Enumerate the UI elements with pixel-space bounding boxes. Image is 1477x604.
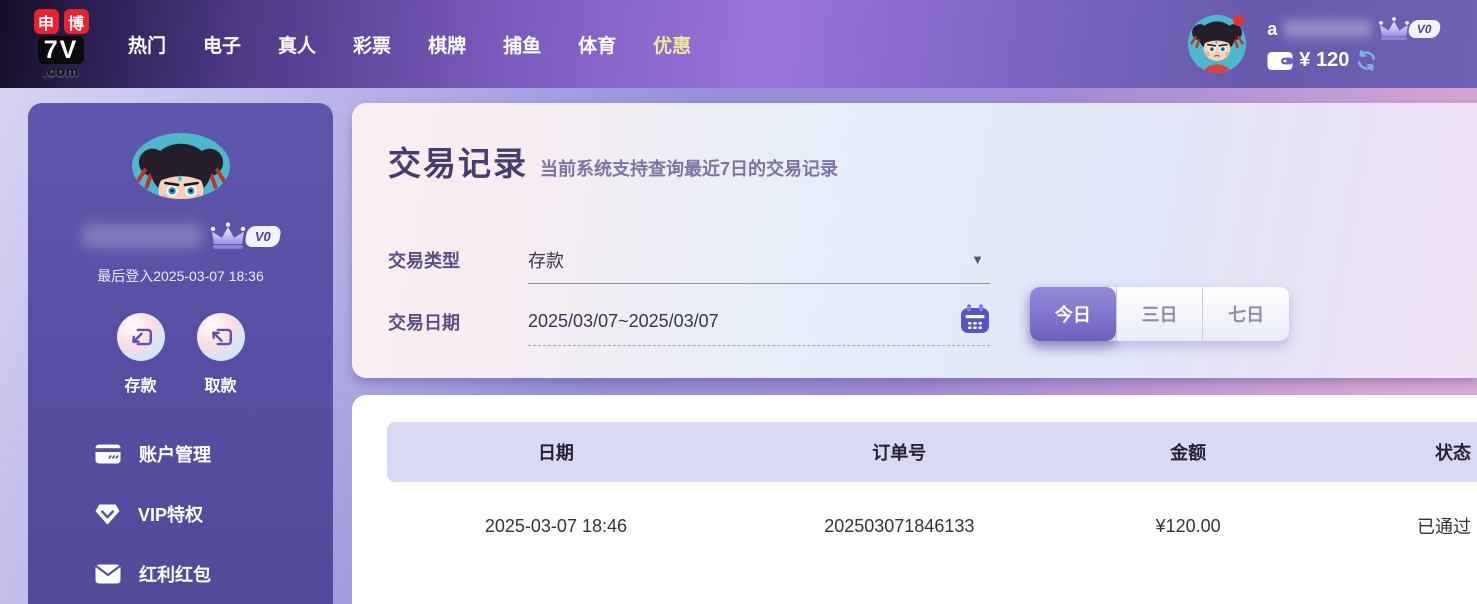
brand-logo[interactable]: 申 博 7V .com: [20, 9, 102, 79]
table-header-amount: 金额: [1170, 443, 1207, 463]
notification-dot: [1233, 15, 1245, 26]
table-header-order-no: 订单号: [872, 443, 927, 463]
transaction-date-row: 交易日期 2025/03/07~2025/03/07: [388, 298, 990, 346]
menu-item-bonus-red-packet[interactable]: 红利红包: [95, 544, 333, 604]
red-packet-icon: [95, 564, 121, 584]
menu-item-vip-privileges[interactable]: VIP特权: [95, 484, 333, 544]
transaction-type-row: 交易类型 存款 ▼: [388, 236, 990, 284]
profile-sidebar: V0 最后登入2025-03-07 18:36 存款 取款 账户管理 VIP特权…: [28, 103, 333, 604]
chevron-down-icon: ▼: [971, 252, 984, 267]
menu-item-label: 账户管理: [139, 445, 211, 465]
table-header-date: 日期: [537, 443, 574, 463]
transaction-table-panel: 日期 订单号 金额 状态 2025-03-07 18:46 2025030718…: [352, 395, 1477, 604]
withdraw-label: 取款: [204, 378, 237, 395]
page-header: 交易记录 当前系统支持查询最近7日的交易记录: [388, 137, 838, 185]
refresh-balance-icon[interactable]: [1355, 49, 1378, 72]
brand-suffix: .com: [42, 63, 80, 79]
vip-crown-icon: [1377, 16, 1411, 42]
nav-item-sports[interactable]: 体育: [578, 31, 616, 58]
profile-avatar: [131, 133, 230, 199]
nav-item-chess[interactable]: 棋牌: [428, 31, 466, 58]
calendar-icon[interactable]: [960, 304, 990, 339]
sidebar-menu: 账户管理 VIP特权 红利红包: [28, 424, 333, 604]
username-blurred: [1283, 20, 1372, 38]
page-title: 交易记录: [388, 145, 528, 182]
withdraw-icon: [196, 313, 245, 361]
nav-item-hot[interactable]: 热门: [128, 31, 166, 58]
date-range-value: 2025/03/07~2025/03/07: [528, 311, 719, 331]
brand-badge-left: 申: [33, 9, 59, 34]
date-range-button-group: 今日 三日 七日: [1030, 287, 1290, 341]
user-avatar[interactable]: [1188, 15, 1247, 73]
date-range-input[interactable]: 2025/03/07~2025/03/07: [528, 298, 990, 346]
transaction-filter-panel: 交易记录 当前系统支持查询最近7日的交易记录 交易类型 存款 ▼ 交易日期 20…: [352, 103, 1477, 378]
menu-item-account-management[interactable]: 账户管理: [95, 424, 333, 484]
table-header-status: 状态: [1434, 443, 1471, 463]
deposit-icon: [116, 313, 165, 361]
cell-order-no: 202503071846133: [824, 515, 975, 536]
range-three-day-button[interactable]: 三日: [1115, 287, 1203, 341]
user-name-row: a V0: [1267, 16, 1442, 42]
quick-actions: 存款 取款: [116, 313, 245, 396]
transaction-date-label: 交易日期: [388, 313, 460, 333]
transaction-type-select[interactable]: 存款 ▼: [528, 236, 990, 284]
page-subtitle: 当前系统支持查询最近7日的交易记录: [540, 159, 839, 179]
vip-level-badge: V0: [1407, 20, 1442, 38]
main-nav: 热门 电子 真人 彩票 棋牌 捕鱼 体育 优惠: [128, 31, 691, 58]
nav-item-live[interactable]: 真人: [278, 31, 316, 58]
balance-amount: ¥ 120: [1299, 49, 1350, 71]
nav-item-promotions[interactable]: 优惠: [653, 31, 691, 58]
brand-name: 7V: [37, 36, 85, 64]
deposit-button[interactable]: 存款: [116, 313, 165, 396]
transaction-type-label: 交易类型: [388, 251, 460, 271]
cell-amount: ¥120.00: [1155, 515, 1221, 536]
bank-card-icon: [95, 444, 121, 464]
table-header-row: 日期 订单号 金额 状态: [387, 422, 1477, 482]
range-today-button[interactable]: 今日: [1030, 287, 1116, 341]
profile-username-blurred: [81, 224, 202, 248]
transaction-type-value: 存款: [528, 250, 564, 271]
brand-badges: 申 博: [33, 9, 89, 34]
cell-status: 已通过: [1416, 517, 1471, 537]
cell-date: 2025-03-07 18:46: [484, 515, 627, 536]
deposit-label: 存款: [124, 378, 157, 395]
withdraw-button[interactable]: 取款: [196, 313, 245, 396]
vip-level-badge: V0: [243, 225, 282, 247]
profile-name-row: V0: [81, 221, 282, 251]
balance-row: ¥ 120: [1267, 49, 1440, 72]
top-navbar: 申 博 7V .com 热门 电子 真人 彩票 棋牌 捕鱼 体育 优惠 a V0…: [0, 0, 1477, 88]
range-seven-day-button[interactable]: 七日: [1202, 287, 1290, 341]
nav-item-lottery[interactable]: 彩票: [353, 31, 391, 58]
nav-item-fishing[interactable]: 捕鱼: [503, 31, 541, 58]
menu-item-label: 红利红包: [139, 565, 211, 585]
table-row: 2025-03-07 18:46 202503071846133 ¥120.00…: [387, 494, 1477, 558]
nav-item-slots[interactable]: 电子: [203, 31, 241, 58]
user-info: a V0 ¥ 120: [1267, 16, 1442, 72]
user-area: a V0 ¥ 120: [1188, 15, 1442, 73]
wallet-icon: [1267, 51, 1294, 71]
username-text: a: [1267, 18, 1278, 39]
vip-diamond-icon: [95, 503, 120, 526]
vip-crown-icon: [208, 221, 248, 251]
menu-item-label: VIP特权: [138, 505, 204, 525]
last-login-text: 最后登入2025-03-07 18:36: [97, 268, 264, 284]
brand-badge-right: 博: [63, 9, 89, 34]
